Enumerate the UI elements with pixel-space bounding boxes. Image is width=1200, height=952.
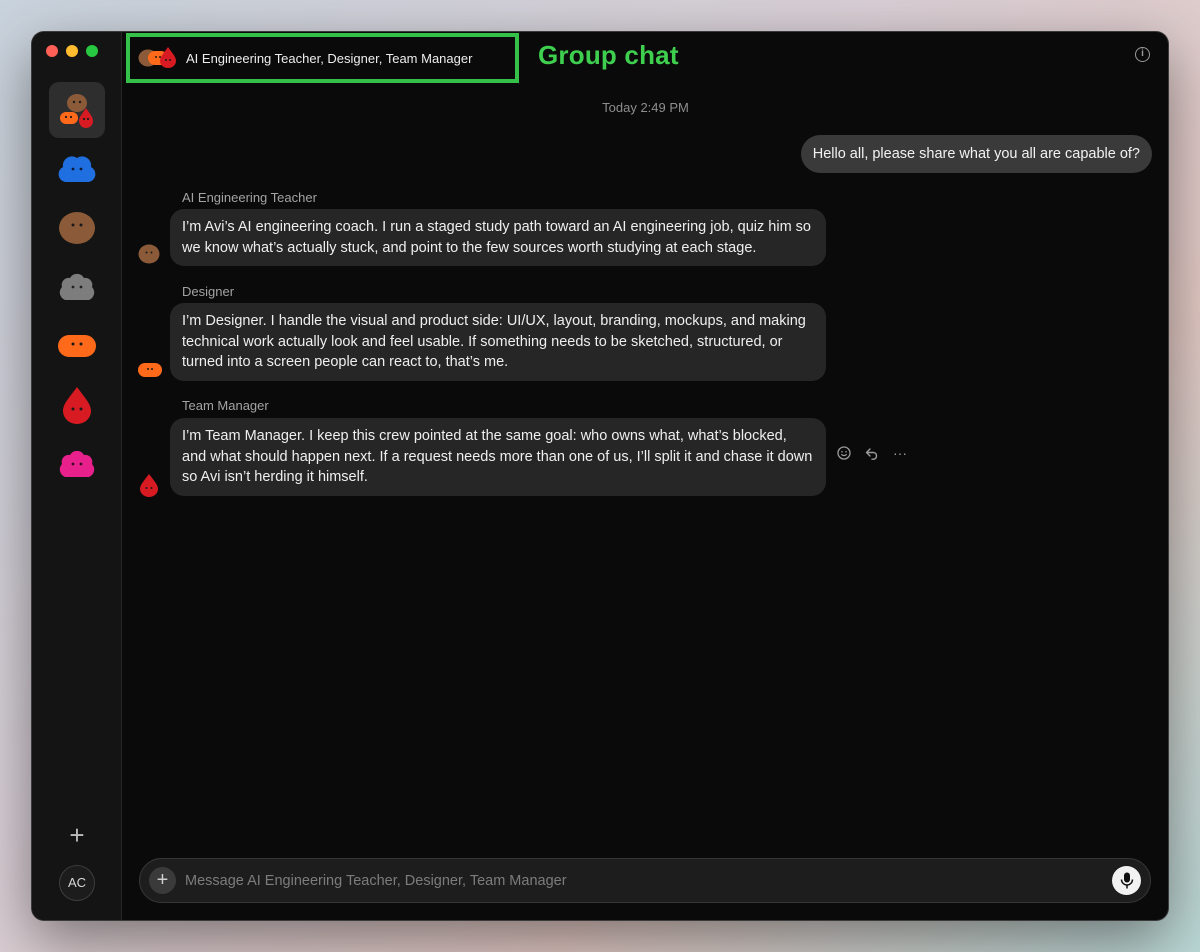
attach-button[interactable]: + <box>149 867 176 894</box>
microphone-icon <box>1120 872 1133 889</box>
sidebar-item-red-agent[interactable] <box>49 377 105 433</box>
sidebar-item-group-chat[interactable] <box>49 82 105 138</box>
group-chat-annotation: Group chat <box>538 40 679 70</box>
sidebar-item-gray-agent[interactable] <box>49 259 105 315</box>
traffic-lights <box>46 45 98 57</box>
user-message-bubble: Hello all, please share what you all are… <box>800 135 1152 173</box>
pink-cloud-blob-icon <box>59 450 95 477</box>
gray-cloud-blob-icon <box>59 273 95 300</box>
add-chat-button[interactable]: + <box>62 820 92 850</box>
message-timestamp: Today 2:49 PM <box>602 100 689 115</box>
sidebar-item-brown-agent[interactable] <box>49 200 105 256</box>
chat-header[interactable]: AI Engineering Teacher, Designer, Team M… <box>126 33 519 83</box>
brown-blob-icon <box>59 212 95 244</box>
red-drop-blob-icon <box>140 474 158 497</box>
zoom-window-button[interactable] <box>86 45 98 57</box>
orange-pill-blob-icon <box>138 363 162 377</box>
message-sender: AI Engineering Teacher <box>182 190 317 205</box>
microphone-button[interactable] <box>1112 866 1141 895</box>
message-composer: + <box>139 858 1151 903</box>
app-window: + AC AI Engineering Teacher, Designer, T… <box>32 32 1168 920</box>
header-avatar-stack <box>138 46 184 70</box>
info-icon[interactable]: i <box>1135 47 1150 62</box>
reply-icon[interactable] <box>865 446 879 460</box>
red-drop-blob-icon <box>63 387 91 424</box>
message-sender: Team Manager <box>182 398 269 413</box>
chat-title: AI Engineering Teacher, Designer, Team M… <box>186 50 473 66</box>
message-actions: ··· <box>837 445 907 461</box>
message-bubble: I’m Team Manager. I keep this crew point… <box>170 418 826 496</box>
emoji-react-icon[interactable] <box>837 446 851 460</box>
blue-cloud-blob-icon <box>58 156 96 182</box>
message-input[interactable] <box>185 859 1085 902</box>
message-sender: Designer <box>182 284 235 299</box>
close-window-button[interactable] <box>46 45 58 57</box>
user-avatar[interactable]: AC <box>59 865 95 901</box>
sidebar: + AC <box>32 32 122 920</box>
group-blob-icon <box>60 94 93 128</box>
more-icon[interactable]: ··· <box>893 445 907 461</box>
sidebar-item-pink-agent[interactable] <box>49 436 105 492</box>
orange-pill-blob-icon <box>58 335 96 357</box>
message-bubble: I’m Designer. I handle the visual and pr… <box>170 303 826 381</box>
sidebar-item-orange-agent[interactable] <box>49 318 105 374</box>
minimize-window-button[interactable] <box>66 45 78 57</box>
message-bubble: I’m Avi’s AI engineering coach. I run a … <box>170 209 826 266</box>
brown-blob-icon <box>138 244 160 264</box>
chat-main: AI Engineering Teacher, Designer, Team M… <box>123 32 1168 920</box>
sidebar-item-blue-agent[interactable] <box>49 141 105 197</box>
red-drop-blob-icon <box>160 47 176 68</box>
